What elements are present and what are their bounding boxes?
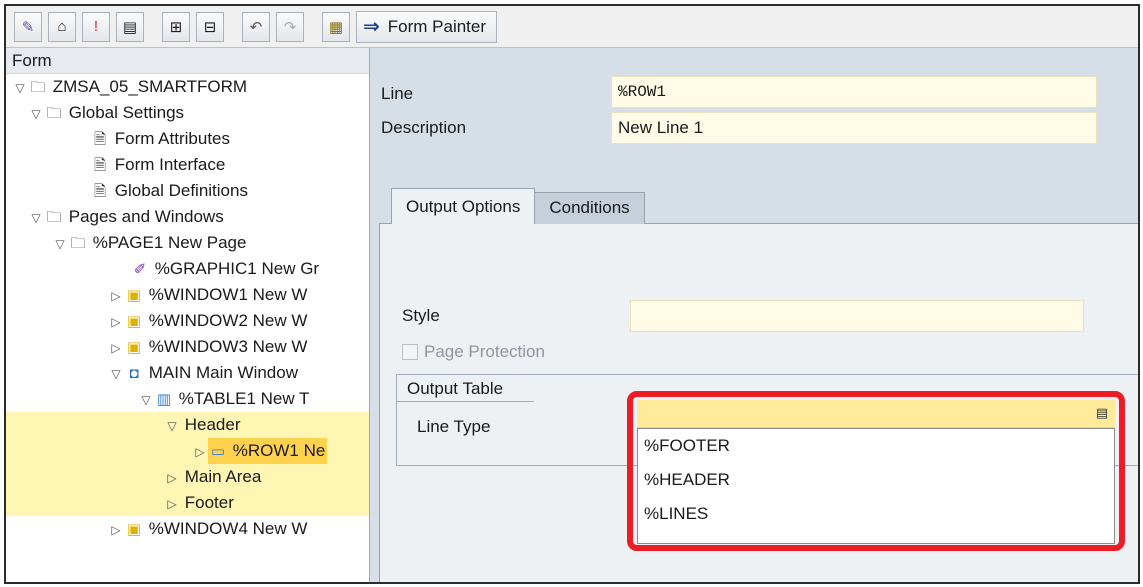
redo-icon[interactable]: ↷ [276,11,304,42]
tree-node-window2[interactable]: ▷ ▣ %WINDOW2 New W [6,308,369,334]
tab-conditions[interactable]: Conditions [534,192,645,224]
form-painter-label: Form Painter [387,16,487,36]
tree-node-label: %ROW1 Ne [232,441,326,460]
expand-toggle-icon[interactable]: ▽ [12,75,28,101]
table-icon: ▥ [156,391,172,408]
form-painter-button[interactable]: ⇒ Form Painter [356,10,498,43]
document-icon: 🗎 [93,131,107,148]
tree-node-global-settings[interactable]: ▽ 🗀 Global Settings [6,100,369,126]
tree-node-label: Pages and Windows [68,207,224,226]
expand-toggle-icon[interactable]: ▷ [108,309,124,335]
tree-node-table1[interactable]: ▽ ▥ %TABLE1 New T [6,386,369,412]
expand-toggle-icon[interactable]: ▽ [28,205,44,231]
tree-node-main-window[interactable]: ▽ ◘ MAIN Main Window [6,360,369,386]
tree-node-main-area[interactable]: ▷ Main Area [6,464,369,490]
collapse-icon[interactable]: ⊟ [196,11,224,42]
arrow-icon: ⇒ [363,16,380,38]
line-type-label: Line Type [417,417,491,436]
folder-icon: 🗀 [46,105,62,122]
line-label: Line [381,84,414,103]
tree-node-form-attributes[interactable]: 🗎 Form Attributes [6,126,369,152]
style-label: Style [402,306,440,325]
tree-node-label: %GRAPHIC1 New Gr [154,259,320,278]
tree-node-graphic1[interactable]: ✐ %GRAPHIC1 New Gr [6,256,369,282]
row-icon: ▭ [210,443,226,460]
expand-toggle-icon[interactable]: ▽ [164,413,180,439]
main-window-icon: ◘ [129,365,139,382]
tree-node-label: %WINDOW1 New W [148,285,308,304]
tree-node-global-definitions[interactable]: 🗎 Global Definitions [6,178,369,204]
tree-node-label: %PAGE1 New Page [92,233,247,252]
document-icon: 🗎 [93,157,107,174]
tree-node-footer[interactable]: ▷ Footer [6,490,369,516]
expand-toggle-icon[interactable]: ▷ [164,491,180,517]
expand-toggle-icon[interactable]: ▷ [164,465,180,491]
page-protection-checkbox[interactable]: Page Protection [402,342,545,362]
document-icon: 🗎 [93,183,107,200]
flag-icon[interactable]: ! [82,11,110,42]
folder-icon: 🗀 [30,79,46,96]
tree-node-window1[interactable]: ▷ ▣ %WINDOW1 New W [6,282,369,308]
tree-node-window3[interactable]: ▷ ▣ %WINDOW3 New W [6,334,369,360]
folder-icon: 🗀 [70,235,86,252]
window-icon: ▣ [126,287,142,304]
tree-node-label: Form Attributes [114,129,230,148]
expand-toggle-icon[interactable]: ▽ [138,387,154,413]
tree-node-label: MAIN Main Window [148,363,298,382]
style-field[interactable] [630,300,1084,332]
selected-node-highlight: ▭ %ROW1 Ne [208,438,328,465]
window-icon: ▣ [126,339,142,356]
edit-icon[interactable]: ✎ [14,11,42,42]
tree-node-label: Global Definitions [114,181,248,200]
expand-toggle-icon[interactable]: ▽ [108,361,124,387]
tab-output-options[interactable]: Output Options [391,188,536,224]
form-tree: Form ▽ 🗀 ZMSA_05_SMARTFORM ▽ 🗀 Global Sett… [6,48,370,582]
tab-strip: Output Options Conditions [391,188,645,224]
line-field[interactable]: %ROW1 [611,76,1097,108]
tree-node-pages-and-windows[interactable]: ▽ 🗀 Pages and Windows [6,204,369,230]
expand-toggle-icon[interactable]: ▷ [192,439,208,465]
tree-node-label: Header [184,415,241,434]
tree-node-label: %WINDOW4 New W [148,519,308,538]
tree-node-label: Footer [184,493,234,512]
tree-node-form[interactable]: ▽ 🗀 ZMSA_05_SMARTFORM [6,74,369,100]
tree-header: Form [6,48,369,74]
tree-node-label: Form Interface [114,155,226,174]
hierarchy-icon[interactable]: ⌂ [48,11,76,42]
form-painter-icon[interactable]: ▦ [322,11,350,42]
tree-node-window4[interactable]: ▷ ▣ %WINDOW4 New W [6,516,369,542]
layout-icon[interactable]: ▤ [116,11,144,42]
page-protection-label: Page Protection [424,342,545,361]
tree-node-label: %WINDOW3 New W [148,337,308,356]
tree-node-label: %WINDOW2 New W [148,311,308,330]
tree-node-page1[interactable]: ▽ 🗀 %PAGE1 New Page [6,230,369,256]
expand-toggle-icon[interactable]: ▷ [108,335,124,361]
description-label: Description [381,118,467,137]
expand-icon[interactable]: ⊞ [162,11,190,42]
graphic-icon: ✐ [133,261,147,278]
expand-toggle-icon[interactable]: ▷ [108,283,124,309]
output-table-group-label: Output Table [396,374,534,402]
tree-node-row1[interactable]: ▷ ▭ %ROW1 Ne [6,438,369,465]
window-icon: ▣ [126,313,142,330]
description-field[interactable]: New Line 1 [611,112,1097,144]
tree-node-label: Global Settings [68,103,185,122]
tree-node-label: %TABLE1 New T [178,389,310,408]
window-icon: ▣ [126,521,142,538]
expand-toggle-icon[interactable]: ▽ [28,101,44,127]
tree-node-label: Main Area [184,467,262,486]
expand-toggle-icon[interactable]: ▽ [52,231,68,257]
expand-toggle-icon[interactable]: ▷ [108,517,124,543]
tree-node-form-interface[interactable]: 🗎 Form Interface [6,152,369,178]
tree-body: ▽ 🗀 ZMSA_05_SMARTFORM ▽ 🗀 Global Settings … [6,74,369,542]
tree-node-header[interactable]: ▽ Header [6,412,369,438]
annotation-highlight-box [627,391,1125,551]
toolbar: ✎ ⌂ ! ▤ ⊞ ⊟ ↶ ↷ ▦ ⇒ Form Painter [6,6,1138,48]
tree-node-label: ZMSA_05_SMARTFORM [52,77,248,96]
undo-icon[interactable]: ↶ [242,11,270,42]
folder-icon: 🗀 [46,209,62,226]
checkbox-box[interactable] [402,344,418,360]
